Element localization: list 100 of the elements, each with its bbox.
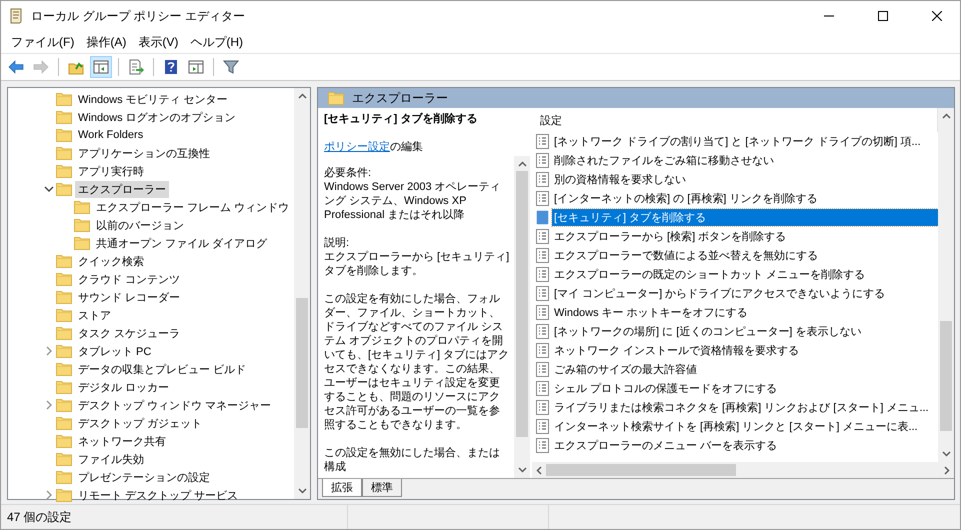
folder-icon <box>56 146 72 160</box>
menu-item[interactable]: ファイル(F) <box>5 32 80 52</box>
setting-icon <box>536 343 549 358</box>
help-icon <box>163 59 179 75</box>
scroll-thumb[interactable] <box>516 171 528 437</box>
scroll-thumb[interactable] <box>546 464 736 476</box>
tree-item[interactable]: データの収集とプレビュー ビルド <box>75 360 250 378</box>
tree-pane-icon <box>93 59 109 75</box>
policy-setting-link[interactable]: ポリシー設定 <box>324 141 390 153</box>
tree-item[interactable]: ストア <box>75 306 114 324</box>
forward-arrow-icon <box>33 59 49 75</box>
folder-icon <box>56 128 72 142</box>
setting-row[interactable]: 別の資格情報を要求しない <box>552 171 688 188</box>
maximize-icon <box>878 11 888 21</box>
collapse-icon[interactable] <box>44 186 54 192</box>
menu-item[interactable]: 表示(V) <box>132 32 184 52</box>
tree-item[interactable]: プレゼンテーションの設定 <box>75 468 213 486</box>
horizontal-scrollbar[interactable] <box>532 462 954 478</box>
menu-item[interactable]: 操作(A) <box>80 32 132 52</box>
tree-item[interactable]: エクスプローラー <box>75 180 169 198</box>
setting-icon <box>536 153 549 168</box>
folder-icon <box>56 398 72 412</box>
tree-item[interactable]: デスクトップ ウィンドウ マネージャー <box>75 396 274 414</box>
setting-icon <box>536 191 549 206</box>
expand-icon[interactable] <box>46 346 52 356</box>
scroll-up-icon[interactable] <box>518 161 526 167</box>
tree-item[interactable]: ファイル失効 <box>75 450 147 468</box>
section-heading: 必要条件: <box>324 166 372 180</box>
scroll-down-icon[interactable] <box>518 467 526 473</box>
view-tab[interactable]: 拡張 <box>322 479 362 497</box>
setting-row[interactable]: ネットワーク インストールで資格情報を要求する <box>552 342 802 359</box>
tree-item[interactable]: タスク スケジューラ <box>75 324 184 342</box>
scrollbar[interactable] <box>938 108 954 462</box>
folder-icon <box>74 200 90 214</box>
app-icon <box>9 8 23 24</box>
tree-item[interactable]: デジタル ロッカー <box>75 378 172 396</box>
setting-row[interactable]: エクスプローラーから [検索] ボタンを削除する <box>552 228 788 245</box>
tree-item[interactable]: デスクトップ ガジェット <box>75 414 206 432</box>
tree-item[interactable]: クイック検索 <box>75 252 147 270</box>
setting-row[interactable]: エクスプローラーのメニュー バーを表示する <box>552 437 780 454</box>
scroll-thumb[interactable] <box>296 298 308 428</box>
tree-item[interactable]: Work Folders <box>75 128 146 142</box>
setting-row[interactable]: [セキュリティ] タブを削除する <box>552 209 938 226</box>
setting-row[interactable]: [マイ コンピューター] からドライブにアクセスできないようにする <box>552 285 888 302</box>
expand-icon[interactable] <box>46 490 52 500</box>
setting-icon <box>536 305 549 320</box>
setting-icon <box>536 400 549 415</box>
setting-icon <box>536 267 549 282</box>
tree-item[interactable]: アプリケーションの互換性 <box>75 144 213 162</box>
scroll-right-icon[interactable] <box>944 466 950 474</box>
tree-item[interactable]: クラウド コンテンツ <box>75 270 184 288</box>
setting-row[interactable]: シェル プロトコルの保護モードをオフにする <box>552 380 780 397</box>
menu-item[interactable]: ヘルプ(H) <box>184 32 249 52</box>
folder-icon <box>56 416 72 430</box>
tree-item[interactable]: サウンド レコーダー <box>75 288 184 306</box>
view-tab[interactable]: 標準 <box>362 479 402 497</box>
folder-icon <box>56 164 72 178</box>
header-title: エクスプローラー <box>352 90 448 106</box>
setting-row[interactable]: [ネットワーク ドライブの割り当て] と [ネットワーク ドライブの切断] 項... <box>552 133 923 150</box>
scrollbar[interactable] <box>294 88 310 499</box>
scroll-up-icon[interactable] <box>298 93 306 99</box>
setting-row[interactable]: Windows キー ホットキーをオフにする <box>552 304 750 321</box>
setting-icon <box>536 248 549 263</box>
toolbar-button[interactable] <box>90 56 112 78</box>
setting-row[interactable]: エクスプローラーの既定のショートカット メニューを削除する <box>552 266 868 283</box>
policy-title: [セキュリティ] タブを削除する <box>324 112 478 126</box>
description-text: Windows Server 2003 オペレーティング システム、Windows XP Professional またはそれ以降 <box>324 180 502 222</box>
scroll-down-icon[interactable] <box>298 488 306 494</box>
expand-icon[interactable] <box>46 400 52 410</box>
setting-icon <box>536 438 549 453</box>
setting-row[interactable]: エクスプローラーで数値による並べ替えを無効にする <box>552 247 820 264</box>
setting-row[interactable]: 削除されたファイルをごみ箱に移動させない <box>552 152 776 169</box>
folder-icon <box>56 254 72 268</box>
scroll-thumb[interactable] <box>940 321 952 431</box>
edit-policy-text: ポリシー設定の編集 <box>324 140 424 154</box>
folder-icon <box>56 182 72 196</box>
tree-item[interactable]: アプリ実行時 <box>75 162 147 180</box>
folder-icon <box>56 272 72 286</box>
tree-item[interactable]: ネットワーク共有 <box>75 432 169 450</box>
export-list-icon <box>128 59 144 75</box>
tree-item[interactable]: タブレット PC <box>75 342 154 360</box>
status-text: 47 個の設定 <box>7 510 72 524</box>
tree-item[interactable]: エクスプローラー フレーム ウィンドウ <box>93 198 292 216</box>
setting-row[interactable]: [ネットワークの場所] に [近くのコンピューター] を表示しない <box>552 323 864 340</box>
setting-row[interactable]: [インターネットの検索] の [再検索] リンクを削除する <box>552 190 820 207</box>
tree-item[interactable]: リモート デスクトップ サービス <box>75 486 242 504</box>
folder-icon <box>56 452 72 466</box>
folder-icon <box>74 218 90 232</box>
tree-item[interactable]: 以前のバージョン <box>93 216 187 234</box>
tree-item[interactable]: 共通オープン ファイル ダイアログ <box>93 234 270 252</box>
folder-icon <box>56 380 72 394</box>
scroll-down-icon[interactable] <box>942 451 950 457</box>
scrollbar[interactable] <box>514 156 530 478</box>
scroll-up-icon[interactable] <box>942 113 950 119</box>
tree-item[interactable]: Windows モビリティ センター <box>75 90 231 108</box>
setting-row[interactable]: ライブラリまたは検索コネクタを [再検索] リンクおよび [スタート] メニュ... <box>552 399 931 416</box>
setting-row[interactable]: インターネット検索サイトを [再検索] リンクと [スタート] メニューに表... <box>552 418 920 435</box>
tree-item[interactable]: Windows ログオンのオプション <box>75 108 239 126</box>
setting-row[interactable]: ごみ箱のサイズの最大許容値 <box>552 361 699 378</box>
scroll-left-icon[interactable] <box>536 466 542 474</box>
